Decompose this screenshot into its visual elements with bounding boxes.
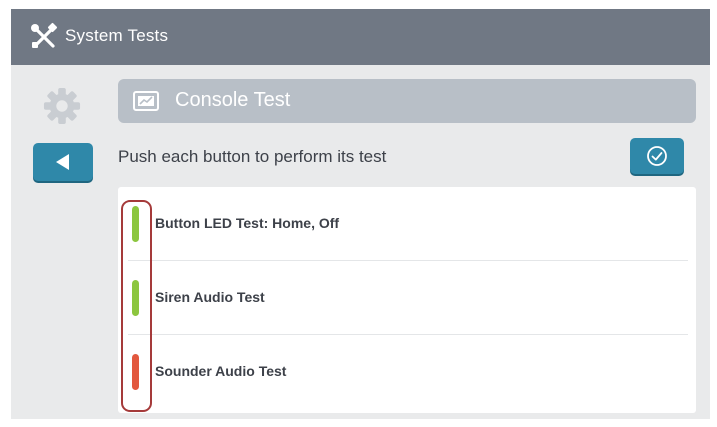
back-button[interactable] [33,143,93,181]
screen: System Tests Console Test Push each butt… [11,9,710,419]
section-header: Console Test [118,79,696,123]
app-title: System Tests [65,26,169,45]
test-label: Button LED Test: Home, Off [155,215,340,231]
test-list: Button LED Test: Home, Off Siren Audio T… [118,187,696,413]
instruction-text: Push each button to perform its test [118,147,387,166]
title-bar: System Tests [11,9,710,65]
test-row-button-led[interactable]: Button LED Test: Home, Off [118,187,696,261]
confirm-button[interactable] [630,138,684,174]
test-label: Siren Audio Test [155,289,265,305]
test-label: Sounder Audio Test [155,363,287,379]
back-arrow-icon [56,154,69,170]
console-icon [133,91,159,111]
status-highlight-outline [121,200,152,412]
check-circle-icon [647,146,667,166]
section-title: Console Test [175,89,291,111]
test-row-siren-audio[interactable]: Siren Audio Test [118,261,696,335]
gear-icon[interactable] [43,87,81,125]
tools-icon [31,22,58,48]
test-row-sounder-audio[interactable]: Sounder Audio Test [118,335,696,409]
